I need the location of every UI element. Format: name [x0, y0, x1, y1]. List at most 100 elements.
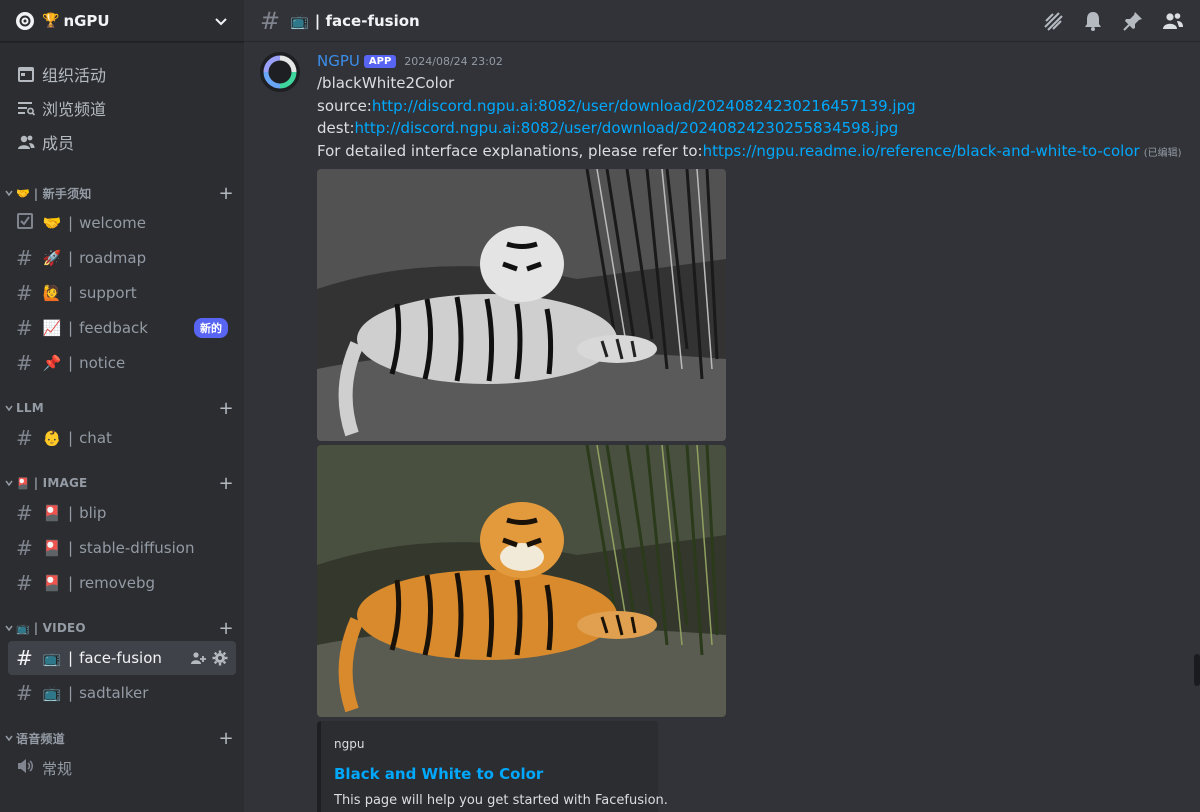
channel-feedback[interactable]: # 📈 | feedback 新的 — [8, 311, 236, 345]
channel-name: feedback — [79, 319, 148, 337]
nav-events[interactable]: 组织活动 — [0, 57, 244, 91]
channel-name: face-fusion — [79, 649, 162, 667]
channel-roadmap[interactable]: # 🚀 | roadmap — [8, 241, 236, 275]
channel-face-fusion[interactable]: # 📺 | face-fusion — [8, 641, 236, 675]
chevron-down-icon — [5, 405, 13, 412]
category-voice[interactable]: 语音频道 + — [0, 726, 244, 750]
chevron-down-icon — [5, 735, 13, 742]
source-link[interactable]: http://discord.ngpu.ai:8082/user/downloa… — [372, 97, 916, 115]
category-label: LLM — [16, 401, 44, 415]
channel-emoji: 📺 — [290, 11, 309, 30]
message-command: /blackWhite2Color — [317, 74, 455, 92]
nav-browse-channels[interactable]: 浏览频道 — [0, 91, 244, 125]
refer-link[interactable]: https://ngpu.readme.io/reference/black-a… — [703, 142, 1140, 160]
channel-blip[interactable]: # 🎴 | blip — [8, 496, 236, 530]
channel-emoji: 📺 — [42, 684, 62, 702]
embed-description: This page will help you get started with… — [334, 793, 668, 808]
channel-emoji: 📺 — [42, 649, 62, 667]
attachment-image-bw[interactable] — [317, 169, 726, 441]
hash-icon: # — [16, 246, 33, 270]
channel-removebg[interactable]: # 🎴 | removebg — [8, 566, 236, 600]
category-label: | 新手须知 — [33, 186, 92, 201]
nav-label: 成员 — [42, 134, 75, 153]
hash-icon: # — [16, 281, 33, 305]
calendar-icon — [16, 64, 36, 84]
server-name: nGPU — [63, 11, 110, 30]
category-label: 语音频道 — [16, 731, 65, 746]
category-label: | IMAGE — [33, 476, 88, 490]
add-channel-icon[interactable]: + — [216, 728, 236, 749]
channel-separator: | — [68, 539, 74, 557]
attachment-image-color[interactable] — [317, 445, 726, 717]
channel-name: sadtalker — [79, 684, 149, 702]
add-channel-icon[interactable]: + — [216, 618, 236, 639]
category-newbie[interactable]: 🤝 | 新手须知 + — [0, 181, 244, 205]
dest-link[interactable]: http://discord.ngpu.ai:8082/user/downloa… — [355, 119, 899, 137]
channel-notice[interactable]: # 📌 | notice — [8, 346, 236, 380]
channel-name: 常规 — [42, 759, 73, 778]
channel-emoji: 📈 — [42, 319, 62, 337]
members-list-icon[interactable] — [1162, 10, 1184, 32]
nav-members[interactable]: 成员 — [0, 125, 244, 159]
channel-emoji: 🤝 — [42, 214, 62, 232]
message-author[interactable]: NGPU — [317, 52, 360, 70]
channel-emoji: 🙋 — [42, 284, 62, 302]
channel-name: chat — [79, 429, 112, 447]
scrollbar-thumb[interactable] — [1194, 654, 1200, 686]
channel-header: # 📺 | face-fusion — [244, 0, 1200, 42]
channel-separator: | — [68, 574, 74, 592]
source-line: source:http://discord.ngpu.ai:8082/user/… — [317, 95, 1200, 118]
embed-title-link[interactable]: Black and White to Color — [334, 765, 646, 783]
server-header[interactable]: 🏆 nGPU — [0, 0, 244, 42]
channel-sidebar: 🏆 nGPU 组织活动 浏览频道 成员 🤝 | 新手须知 + 🤝 | welco… — [0, 0, 244, 812]
message-list: NGPU APP 2024/08/24 23:02 /blackWhite2Co… — [244, 42, 1200, 812]
channel-sadtalker[interactable]: # 📺 | sadtalker — [8, 676, 236, 710]
avatar[interactable] — [260, 52, 300, 92]
invite-icon[interactable] — [190, 650, 206, 666]
category-emoji: 📺 — [16, 621, 30, 635]
hash-icon: # — [16, 536, 33, 560]
channel-name: welcome — [79, 214, 146, 232]
channel-emoji: 🎴 — [42, 504, 62, 522]
channel-separator: | — [68, 214, 74, 232]
channel-stable-diffusion[interactable]: # 🎴 | stable-diffusion — [8, 531, 236, 565]
add-channel-icon[interactable]: + — [216, 183, 236, 204]
message-timestamp: 2024/08/24 23:02 — [404, 54, 503, 68]
channel-separator: | — [68, 429, 74, 447]
hash-icon: # — [16, 646, 33, 670]
pin-icon[interactable] — [1122, 10, 1144, 32]
channel-welcome[interactable]: 🤝 | welcome — [8, 206, 236, 240]
channel-emoji: 🎴 — [42, 574, 62, 592]
hash-icon: # — [16, 571, 33, 595]
category-image[interactable]: 🎴 | IMAGE + — [0, 471, 244, 495]
add-channel-icon[interactable]: + — [216, 473, 236, 494]
hash-icon: # — [16, 316, 33, 340]
threads-icon[interactable] — [1042, 10, 1064, 32]
channel-separator: | — [68, 319, 74, 337]
gear-icon[interactable] — [212, 650, 228, 666]
channel-chat[interactable]: # 👶 | chat — [8, 421, 236, 455]
app-badge: APP — [363, 54, 397, 68]
category-video[interactable]: 📺 | VIDEO + — [0, 616, 244, 640]
chevron-down-icon — [5, 480, 13, 487]
bell-icon[interactable] — [1082, 10, 1104, 32]
title-text: face-fusion — [325, 11, 420, 30]
trophy-emoji: 🏆 — [42, 12, 60, 29]
channel-support[interactable]: # 🙋 | support — [8, 276, 236, 310]
channel-name: stable-diffusion — [79, 539, 195, 557]
source-label: source: — [317, 96, 372, 115]
chevron-down-icon — [5, 190, 13, 197]
category-llm[interactable]: LLM + — [0, 396, 244, 420]
add-channel-icon[interactable]: + — [216, 398, 236, 419]
nav-label: 浏览频道 — [42, 100, 107, 119]
category-emoji: 🎴 — [16, 476, 30, 490]
category-label: | VIDEO — [33, 621, 86, 635]
channel-separator: | — [68, 354, 74, 372]
channel-voice-general[interactable]: 常规 — [8, 751, 236, 785]
hash-icon: # — [16, 351, 33, 375]
channel-emoji: 🎴 — [42, 539, 62, 557]
page-title: | face-fusion — [315, 12, 1042, 30]
rules-icon — [16, 211, 38, 235]
channel-separator: | — [68, 284, 74, 302]
hash-icon: # — [16, 501, 33, 525]
